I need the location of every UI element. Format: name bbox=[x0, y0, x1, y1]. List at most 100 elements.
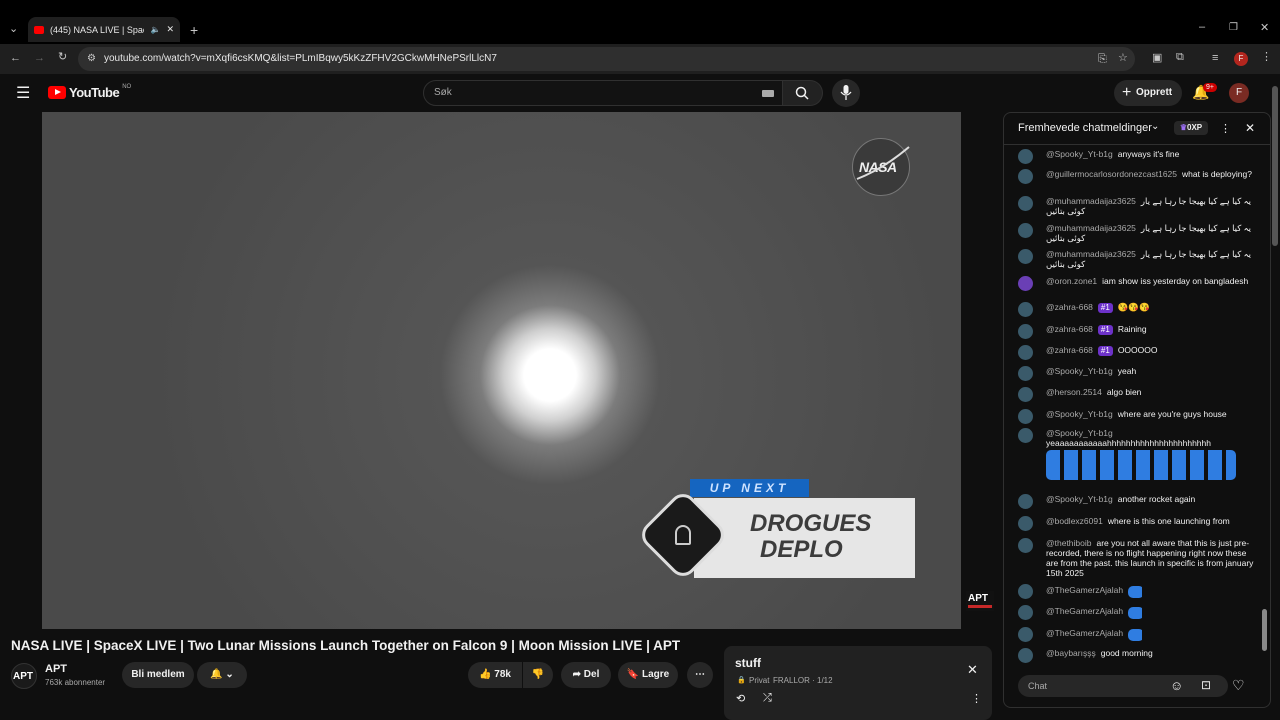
chat-author-avatar[interactable] bbox=[1018, 169, 1033, 184]
chat-input[interactable]: Chat bbox=[1018, 675, 1228, 697]
chat-author-avatar[interactable] bbox=[1018, 387, 1033, 402]
tab-audio-icon[interactable]: 🔈 bbox=[150, 25, 160, 34]
save-button[interactable]: 🔖 Lagre bbox=[618, 662, 678, 688]
chat-author-avatar[interactable] bbox=[1018, 196, 1033, 211]
create-button[interactable]: + Opprett bbox=[1114, 80, 1182, 106]
emoji-icon[interactable]: ☺ bbox=[1170, 678, 1183, 693]
search-input[interactable]: Søk bbox=[423, 80, 783, 106]
chat-author-avatar[interactable] bbox=[1018, 516, 1033, 531]
xp-badge[interactable]: ♛0XP bbox=[1174, 121, 1208, 135]
tab-list-icon[interactable]: ⌄ bbox=[9, 24, 18, 35]
chevron-down-icon[interactable]: ⌄ bbox=[1151, 121, 1159, 132]
chat-author-name[interactable]: @thethiboib bbox=[1046, 538, 1092, 548]
like-button[interactable]: 👍 78k bbox=[468, 662, 522, 688]
chat-author-name[interactable]: @muhammadaijaz3625 bbox=[1046, 223, 1136, 233]
chat-message-text: another rocket again bbox=[1117, 494, 1196, 504]
chat-author-name[interactable]: @Spooky_Yt-b1g bbox=[1046, 494, 1113, 504]
search-button[interactable] bbox=[783, 80, 823, 106]
chat-author-name[interactable]: @guillermocarlosordonezcast1625 bbox=[1046, 169, 1177, 179]
chat-author-avatar[interactable] bbox=[1018, 324, 1033, 339]
chat-author-name[interactable]: @Spooky_Yt-b1g bbox=[1046, 409, 1113, 419]
forward-icon[interactable]: → bbox=[34, 53, 45, 64]
chat-author-avatar[interactable] bbox=[1018, 627, 1033, 642]
join-button[interactable]: Bli medlem bbox=[122, 662, 194, 688]
chat-author-avatar[interactable] bbox=[1018, 584, 1033, 599]
hamburger-menu-icon[interactable]: ☰ bbox=[16, 83, 30, 103]
chat-author-name[interactable]: @Spooky_Yt-b1g bbox=[1046, 366, 1113, 376]
share-button[interactable]: ➦ Del bbox=[561, 662, 611, 688]
chat-author-avatar[interactable] bbox=[1018, 648, 1033, 663]
account-avatar[interactable]: F bbox=[1229, 83, 1249, 103]
chat-author-avatar[interactable] bbox=[1018, 345, 1033, 360]
chat-author-avatar[interactable] bbox=[1018, 302, 1033, 317]
new-tab-icon[interactable]: + bbox=[190, 23, 198, 37]
chat-author-name[interactable]: @herson.2514 bbox=[1046, 387, 1102, 397]
playlist-close-icon[interactable]: ✕ bbox=[967, 662, 978, 678]
page-scrollbar[interactable] bbox=[1272, 86, 1278, 706]
chat-author-name[interactable]: @muhammadaijaz3625 bbox=[1046, 196, 1136, 206]
chat-author-avatar[interactable] bbox=[1018, 276, 1033, 291]
channel-avatar[interactable]: APT bbox=[11, 663, 37, 689]
chat-author-name[interactable]: @TheGamerzAjalah bbox=[1046, 585, 1123, 595]
back-icon[interactable]: ← bbox=[10, 53, 21, 64]
puzzle-extensions-icon[interactable]: ⧉ bbox=[1176, 52, 1184, 63]
chat-author-name[interactable]: @muhammadaijaz3625 bbox=[1046, 249, 1136, 259]
maximize-icon[interactable]: ❐ bbox=[1229, 23, 1238, 33]
chat-mode-title[interactable]: Fremhevede chatmeldinger bbox=[1018, 122, 1152, 134]
chat-author-name[interactable]: @Spooky_Yt-b1g bbox=[1046, 428, 1113, 438]
chat-author-avatar[interactable] bbox=[1018, 249, 1033, 264]
chat-author-name[interactable]: @baybarışşş bbox=[1046, 648, 1096, 658]
close-window-icon[interactable]: ✕ bbox=[1260, 23, 1269, 34]
chat-author-avatar[interactable] bbox=[1018, 605, 1033, 620]
browser-menu-icon[interactable]: ⋮ bbox=[1261, 52, 1272, 63]
chat-author-avatar[interactable] bbox=[1018, 494, 1033, 509]
bookmark-star-icon[interactable]: ☆ bbox=[1118, 53, 1128, 64]
playlist-menu-icon[interactable]: ⋮ bbox=[971, 692, 982, 705]
chat-message-body: @Spooky_Yt-b1g where are you're guys hous… bbox=[1046, 409, 1254, 419]
site-info-icon[interactable]: ⚙ bbox=[87, 54, 96, 64]
install-icon[interactable]: ⎘ bbox=[1098, 54, 1107, 65]
chat-author-name[interactable]: @oron.zone1 bbox=[1046, 276, 1097, 286]
dislike-button[interactable]: 👎 bbox=[523, 662, 553, 688]
member-rank-badge: #1 bbox=[1097, 346, 1113, 356]
youtube-logo[interactable]: YouTube NO bbox=[48, 84, 131, 100]
subscription-bell-button[interactable]: 🔔 ⌄ bbox=[197, 662, 247, 688]
chat-author-name[interactable]: @zahra-668 bbox=[1046, 345, 1093, 355]
extension-icon[interactable]: ▣ bbox=[1152, 53, 1162, 64]
chat-author-avatar[interactable] bbox=[1018, 428, 1033, 443]
super-chat-icon[interactable]: ⊡ bbox=[1201, 678, 1211, 692]
chat-author-avatar[interactable] bbox=[1018, 223, 1033, 238]
chat-author-avatar[interactable] bbox=[1018, 366, 1033, 381]
chat-author-name[interactable]: @Spooky_Yt-b1g bbox=[1046, 149, 1113, 159]
chat-menu-icon[interactable]: ⋮ bbox=[1220, 122, 1231, 135]
emote-row bbox=[1128, 607, 1145, 619]
chat-author-name[interactable]: @zahra-668 bbox=[1046, 302, 1093, 312]
shuffle-icon[interactable]: ⤮ bbox=[763, 692, 772, 705]
keyboard-icon[interactable] bbox=[762, 90, 774, 97]
browser-profile-avatar[interactable]: F bbox=[1234, 52, 1248, 66]
video-player[interactable]: NASA UP NEXT DROGUES DEPLO bbox=[42, 112, 961, 629]
chat-author-avatar[interactable] bbox=[1018, 409, 1033, 424]
nasa-swoosh-icon bbox=[856, 146, 910, 180]
chat-author-name[interactable]: @bodlexz6091 bbox=[1046, 516, 1103, 526]
minimize-icon[interactable]: – bbox=[1199, 22, 1205, 33]
chat-close-icon[interactable]: ✕ bbox=[1245, 121, 1255, 135]
loop-icon[interactable]: ⟲ bbox=[736, 692, 745, 705]
address-bar[interactable]: ⚙ youtube.com/watch?v=mXqfi6csKMQ&list=P… bbox=[78, 47, 1135, 71]
chat-scrollbar[interactable] bbox=[1262, 149, 1267, 661]
tab-close-icon[interactable]: ✕ bbox=[166, 24, 174, 35]
heart-icon[interactable]: ♡ bbox=[1232, 677, 1245, 694]
voice-search-button[interactable] bbox=[832, 79, 860, 107]
chat-author-avatar[interactable] bbox=[1018, 149, 1033, 164]
channel-name[interactable]: APT bbox=[45, 663, 67, 675]
chat-author-name[interactable]: @TheGamerzAjalah bbox=[1046, 628, 1123, 638]
media-control-icon[interactable]: ≡ bbox=[1212, 53, 1218, 64]
youtube-header: ☰ YouTube NO Søk + Opprett 🔔 9+ F bbox=[0, 74, 1280, 112]
browser-tab[interactable]: (445) NASA LIVE | SpaceX LI 🔈 ✕ bbox=[28, 17, 180, 42]
chat-author-name[interactable]: @zahra-668 bbox=[1046, 324, 1093, 334]
chat-author-avatar[interactable] bbox=[1018, 538, 1033, 553]
chat-author-name[interactable]: @TheGamerzAjalah bbox=[1046, 606, 1123, 616]
reload-icon[interactable]: ↻ bbox=[58, 52, 67, 63]
chat-messages: @Spooky_Yt-b1g anyways it's fine @guillerm… bbox=[1004, 146, 1270, 663]
more-actions-button[interactable]: ⋯ bbox=[687, 662, 713, 688]
